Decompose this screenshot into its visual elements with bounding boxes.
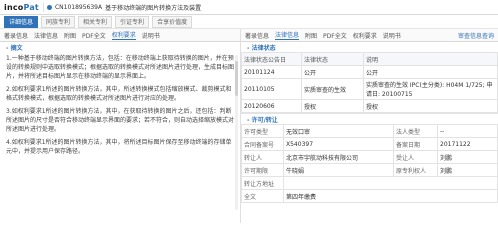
document-title: 基于移动终端的图片转换方法及装置 bbox=[105, 4, 202, 12]
legal-status-header-row: 法律状态公告日 法律状态 说明 bbox=[241, 52, 498, 66]
license-label: 许可期限 bbox=[241, 163, 284, 177]
right-subtab-pdf[interactable]: PDF全文 bbox=[323, 31, 347, 40]
legal-status-header-date: 法律状态公告日 bbox=[241, 52, 302, 66]
claim-paragraph: 2.如权利要求1所述的图片转换方法，其中，所述转换模式包括缩放模式、裁剪模式和格… bbox=[6, 86, 232, 102]
legal-status-value: 公开 bbox=[301, 65, 364, 79]
left-subtab-bibliographic[interactable]: 著录信息 bbox=[4, 31, 28, 40]
tab-family[interactable]: 同族专利 bbox=[41, 15, 76, 28]
table-row: 20101124 公开 公开 bbox=[241, 65, 498, 79]
left-subtab-pdf[interactable]: PDF全文 bbox=[82, 31, 106, 40]
tab-citations[interactable]: 引证专利 bbox=[115, 15, 150, 28]
license-value: 无效口审 bbox=[283, 124, 394, 138]
license-section: - 许可/转让 许可类型 无效口审 法人类型 -- 合同备案号 X540397 … bbox=[241, 113, 498, 203]
legal-status-table: 法律状态公告日 法律状态 说明 20101124 公开 公开 20110105 … bbox=[241, 52, 498, 113]
legal-status-header-note: 说明 bbox=[363, 52, 498, 66]
left-subtab-figures[interactable]: 附图 bbox=[64, 31, 76, 40]
license-label: 许可类型 bbox=[241, 124, 284, 138]
table-row: 转让人 北京市宇航动科技有限公司 受让人 刘鹏 bbox=[241, 150, 498, 164]
table-row: 20120606 授权 授权 bbox=[241, 99, 498, 113]
license-label: 全文 bbox=[241, 189, 284, 203]
license-label: 原专利权人 bbox=[393, 163, 438, 177]
tab-detail[interactable]: 详细信息 bbox=[4, 15, 39, 28]
legal-status-date: 20110105 bbox=[241, 78, 302, 100]
examination-query-link[interactable]: 审查信息查询 bbox=[458, 31, 494, 40]
license-value: 刘鹏 bbox=[437, 150, 498, 164]
right-subtab-legal[interactable]: 法律信息 bbox=[275, 30, 300, 40]
claim-paragraph: 4.如权利要求1所述的图片转换方法，其中，将所述目标图片保存至移动终端的存储单元… bbox=[6, 139, 232, 155]
table-row: 许可期限 牛晓娟 原专利权人 刘鹏 bbox=[241, 163, 498, 177]
license-value: 20171122 bbox=[437, 137, 498, 151]
license-label: 转让人 bbox=[241, 150, 284, 164]
left-subtab-legal[interactable]: 法律信息 bbox=[34, 31, 58, 40]
tab-related[interactable]: 相关专利 bbox=[78, 15, 113, 28]
legal-status-value: 授权 bbox=[301, 99, 364, 113]
claims-text: 1.一种基于移动终端的图片转换方法，包括：在移动终端上获取待转换的图片，并在预设… bbox=[0, 52, 240, 156]
license-value: 第四年缴费 bbox=[283, 189, 498, 203]
claim-paragraph: 1.一种基于移动终端的图片转换方法，包括：在移动终端上获取待转换的图片，并在预设… bbox=[6, 55, 235, 80]
license-label: 合同备案号 bbox=[241, 137, 284, 151]
license-value: 北京市宇航动科技有限公司 bbox=[283, 150, 394, 164]
license-value: -- bbox=[437, 124, 498, 138]
right-panel: 著录信息 法律信息 附图 PDF全文 权利要求 说明书 审查信息查询 - 法律状… bbox=[241, 29, 498, 223]
legal-status-note: 公开 bbox=[363, 65, 498, 79]
main-tabs: 详细信息 同族专利 相关专利 引证专利 合享价值度 bbox=[0, 15, 498, 29]
license-value bbox=[283, 176, 498, 190]
document-status-icon bbox=[46, 4, 52, 10]
legal-status-note: 授权 bbox=[363, 99, 498, 113]
license-value: 刘鹏 bbox=[437, 163, 498, 177]
claim-paragraph: 3.如权利要求1所述的图片转换方法，其中，在获取待转换的图片之后，还包括：判断所… bbox=[6, 108, 235, 133]
right-subtab-description[interactable]: 说明书 bbox=[383, 31, 401, 40]
table-row: 20110105 实质审查的生效 实质审查的生效 IPC(主分类): H04M … bbox=[241, 78, 498, 100]
legal-status-date: 20120606 bbox=[241, 99, 302, 113]
license-label: 转让方地址 bbox=[241, 176, 284, 190]
table-row: 转让方地址 bbox=[241, 176, 498, 190]
license-value: X540397 bbox=[283, 137, 394, 151]
left-scrollbar-thumb[interactable] bbox=[235, 61, 238, 96]
right-subtab-bibliographic[interactable]: 著录信息 bbox=[245, 31, 269, 40]
table-row: 许可类型 无效口审 法人类型 -- bbox=[241, 124, 498, 138]
left-subtabs: 著录信息 法律信息 附图 PDF全文 权利要求 说明书 bbox=[0, 29, 240, 42]
document-header: CN101895639A 基于移动终端的图片转换方法及装置 bbox=[42, 2, 204, 12]
table-row: 全文 第四年缴费 bbox=[241, 189, 498, 203]
legal-status-value: 实质审查的生效 bbox=[301, 78, 364, 100]
document-number: CN101895639A bbox=[54, 3, 103, 11]
right-subtabs: 著录信息 法律信息 附图 PDF全文 权利要求 说明书 审查信息查询 bbox=[241, 29, 498, 42]
table-row: 合同备案号 X540397 备案日期 20171122 bbox=[241, 137, 498, 151]
license-value: 牛晓娟 bbox=[283, 163, 394, 177]
tab-value[interactable]: 合享价值度 bbox=[152, 15, 193, 28]
left-subtab-claims[interactable]: 权利要求 bbox=[111, 30, 136, 40]
claims-section-title: - 摘文 bbox=[6, 44, 23, 52]
license-label: 受让人 bbox=[393, 150, 438, 164]
legal-status-date: 20101124 bbox=[241, 65, 302, 79]
license-label: 备案日期 bbox=[393, 137, 438, 151]
legal-status-note: 实质审查的生效 IPC(主分类): H04M 1/725; 申请日: 20100… bbox=[363, 78, 498, 100]
license-label: 法人类型 bbox=[393, 124, 438, 138]
right-subtab-claims[interactable]: 权利要求 bbox=[353, 31, 377, 40]
left-panel: 著录信息 法律信息 附图 PDF全文 权利要求 说明书 - 摘文 1.一种基于移… bbox=[0, 29, 241, 223]
license-section-title: - 许可/转让 bbox=[247, 116, 278, 124]
app-logo: incoPat bbox=[4, 2, 39, 12]
legal-status-section-title: - 法律状态 bbox=[247, 44, 276, 52]
top-bar: incoPat CN101895639A 基于移动终端的图片转换方法及装置 bbox=[0, 0, 498, 15]
content-area: 著录信息 法律信息 附图 PDF全文 权利要求 说明书 - 摘文 1.一种基于移… bbox=[0, 29, 498, 223]
left-subtab-description[interactable]: 说明书 bbox=[142, 31, 160, 40]
right-subtab-figures[interactable]: 附图 bbox=[305, 31, 317, 40]
legal-status-header-status: 法律状态 bbox=[301, 52, 364, 66]
license-table: 许可类型 无效口审 法人类型 -- 合同备案号 X540397 备案日期 201… bbox=[241, 124, 498, 203]
